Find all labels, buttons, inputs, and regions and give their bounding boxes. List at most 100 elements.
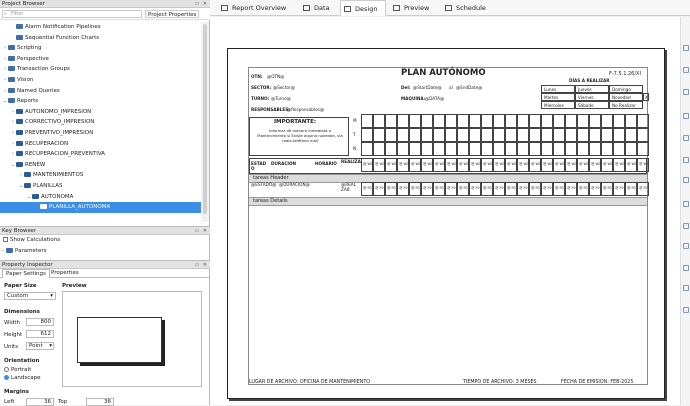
dia-cell[interactable]: Domingo: [609, 85, 643, 93]
shift-cell[interactable]: [637, 142, 649, 156]
shift-cell[interactable]: [493, 114, 505, 128]
shift-cell[interactable]: [433, 114, 445, 128]
shift-cell[interactable]: [481, 114, 493, 128]
shift-cell[interactable]: [421, 128, 433, 142]
height-input[interactable]: 612: [26, 330, 54, 338]
del-value[interactable]: @StartDate@: [413, 85, 442, 90]
palette-tool-icon[interactable]: [683, 223, 689, 229]
tree-item[interactable]: PLANILLA_AUTONOMA: [0, 202, 201, 213]
shift-cell[interactable]: [637, 128, 649, 142]
palette-tool-icon[interactable]: [683, 265, 689, 271]
panel-controls[interactable]: ▭ ✕: [194, 227, 208, 235]
header-cell[interactable]: @ F0: [613, 182, 625, 196]
shift-cell[interactable]: [565, 128, 577, 142]
shift-cell[interactable]: [505, 114, 517, 128]
shift-cell[interactable]: [637, 114, 649, 128]
landscape-option[interactable]: Landscape: [4, 375, 41, 381]
shift-cell[interactable]: [601, 128, 613, 142]
shift-cell[interactable]: [469, 142, 481, 156]
shift-cell[interactable]: [529, 114, 541, 128]
shift-cell[interactable]: [613, 114, 625, 128]
shift-cell[interactable]: [541, 128, 553, 142]
column-header-row[interactable]: [249, 158, 647, 174]
dia-cell[interactable]: Miercoles: [541, 101, 575, 109]
shift-cell[interactable]: [613, 128, 625, 142]
report-code[interactable]: F-7.5.1.26/XI: [609, 72, 641, 77]
tree-item[interactable]: ⌄ RENEW: [0, 160, 201, 171]
tree-item[interactable]: › Vision: [0, 75, 201, 86]
parameters-node[interactable]: › Parameters: [0, 246, 210, 257]
shift-cell[interactable]: [517, 128, 529, 142]
shift-cell[interactable]: [529, 128, 541, 142]
tree-item[interactable]: › AUTONOMO_IMPRESION: [0, 107, 201, 118]
novedad-x-cell[interactable]: X: [643, 93, 649, 101]
shift-cell[interactable]: [541, 114, 553, 128]
header-cell[interactable]: @ F0: [553, 182, 565, 196]
sector-value[interactable]: @Sector@: [273, 85, 295, 90]
shift-cell[interactable]: [493, 128, 505, 142]
shift-cell[interactable]: [409, 142, 421, 156]
shift-cell[interactable]: [577, 128, 589, 142]
header-estado-field[interactable]: @ESTADO@: [251, 182, 276, 187]
header-cell[interactable]: @ F0: [457, 182, 469, 196]
header-cell[interactable]: @ F0: [361, 182, 373, 196]
report-page[interactable]: PLAN AUTÓNOMO F-7.5.1.26/XI OTN: @OTN@ S…: [227, 48, 665, 399]
panel-controls[interactable]: ▭ ✕: [194, 261, 208, 269]
header-cell[interactable]: @ F0: [589, 182, 601, 196]
shift-cell[interactable]: [397, 142, 409, 156]
palette-tool-icon[interactable]: [683, 201, 689, 207]
tree-item[interactable]: Alarm Notification Pipelines: [0, 22, 201, 33]
footer-archivo[interactable]: LUGAR DE ARCHIVO: OFICINA DE MANTENIMIEN…: [249, 380, 370, 385]
header-cell[interactable]: @ F0: [469, 182, 481, 196]
dia-cell[interactable]: Viernes: [575, 93, 609, 101]
responsables-label[interactable]: RESPONSABLES:: [251, 107, 290, 112]
portrait-option[interactable]: Portrait: [4, 367, 31, 373]
shift-cell[interactable]: [493, 142, 505, 156]
responsables-value[interactable]: @Responsables@: [287, 107, 324, 112]
report-title[interactable]: PLAN AUTÓNOMO: [401, 69, 486, 78]
shift-cell[interactable]: [613, 142, 625, 156]
shift-cell[interactable]: [397, 128, 409, 142]
tab-design[interactable]: Design: [340, 0, 386, 16]
shift-cell[interactable]: [589, 142, 601, 156]
turno-value[interactable]: @Turno@: [271, 96, 291, 101]
shift-cell[interactable]: [397, 114, 409, 128]
dia-cell[interactable]: Jueves: [575, 85, 609, 93]
header-cell[interactable]: @ F0: [577, 182, 589, 196]
shift-cell[interactable]: [457, 114, 469, 128]
tree-scrollbar[interactable]: [201, 22, 209, 222]
dia-cell[interactable]: Lunes: [541, 85, 575, 93]
tree-item[interactable]: ⌄ Reports: [0, 96, 201, 107]
dia-cell[interactable]: Novedad: [609, 93, 643, 101]
tree-item[interactable]: › CORRECTIVO_IMPRESION: [0, 117, 201, 128]
checkbox[interactable]: [3, 237, 8, 242]
shift-cell[interactable]: [433, 128, 445, 142]
scrollbar-thumb[interactable]: [203, 24, 207, 214]
header-cell[interactable]: @ F0: [541, 182, 553, 196]
shift-cell[interactable]: [373, 128, 385, 142]
shift-cell[interactable]: [625, 128, 637, 142]
panel-controls[interactable]: ▭ ✕: [194, 0, 208, 8]
header-cell[interactable]: @ F0: [565, 182, 577, 196]
header-cell[interactable]: @ F0: [373, 182, 385, 196]
header-cell[interactable]: @ F0: [421, 182, 433, 196]
shift-cell[interactable]: [517, 142, 529, 156]
shift-cell[interactable]: [577, 142, 589, 156]
al-value[interactable]: @EndDate@: [456, 85, 482, 90]
al-label[interactable]: al: [449, 85, 453, 90]
tree-item[interactable]: › PREVENTIVO_IMPRESION: [0, 128, 201, 139]
shift-cell[interactable]: [445, 114, 457, 128]
dia-cell[interactable]: Sábado: [575, 101, 609, 109]
palette-tool-icon[interactable]: [683, 307, 689, 313]
shift-cell[interactable]: [361, 114, 373, 128]
palette-tool-icon[interactable]: [683, 135, 689, 141]
tab-paper-settings[interactable]: Paper Settings: [2, 269, 50, 278]
shift-cell[interactable]: [529, 142, 541, 156]
tree-item[interactable]: › RECUPERACION: [0, 139, 201, 150]
filter-input[interactable]: Filter: [2, 10, 142, 18]
header-cell[interactable]: @ F0: [601, 182, 613, 196]
shift-cell[interactable]: [577, 114, 589, 128]
palette-tool-icon[interactable]: [683, 113, 689, 119]
palette-tool-icon[interactable]: [683, 285, 689, 291]
shift-cell[interactable]: [361, 142, 373, 156]
